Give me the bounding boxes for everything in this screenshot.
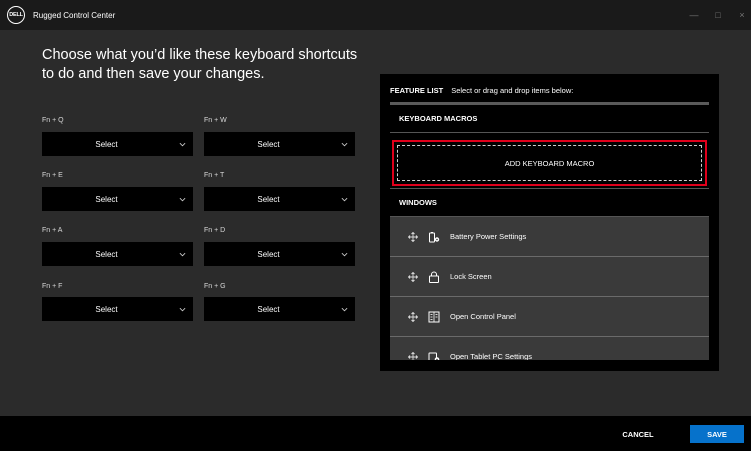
chevron-down-icon [333,132,355,156]
shortcut-label-fn-g: Fn + G [204,283,226,290]
shortcut-select-fn-a[interactable]: Select [42,242,193,266]
move-handle-icon[interactable] [408,311,418,322]
shortcut-label-fn-e: Fn + E [42,172,63,179]
section-keyboard-macros: KEYBOARD MACROS [390,105,709,133]
chevron-down-icon [333,297,355,321]
select-value: Select [257,249,280,259]
select-value: Select [257,194,280,204]
shortcut-select-fn-f[interactable]: Select [42,297,193,321]
cancel-button[interactable]: CANCEL [613,424,663,444]
feature-scroll-list[interactable]: KEYBOARD MACROS ADD KEYBOARD MACRO WINDO… [390,102,709,360]
section-windows: WINDOWS [390,189,709,217]
select-value: Select [95,304,118,314]
window-controls: — □ × [689,0,747,30]
feature-list-title: FEATURE LIST [390,86,444,95]
add-macro-highlight: ADD KEYBOARD MACRO [392,140,707,186]
chevron-down-icon [171,132,193,156]
shortcut-select-fn-d[interactable]: Select [204,242,355,266]
chevron-down-icon [171,297,193,321]
shortcut-select-fn-t[interactable]: Select [204,187,355,211]
battery-settings-icon [429,231,440,242]
feature-item-open-tablet-pc-settings[interactable]: Open Tablet PC Settings [390,337,709,360]
feature-item-label: Open Control Panel [450,312,516,321]
select-value: Select [257,139,280,149]
maximize-icon[interactable]: □ [713,10,723,20]
feature-item-label: Lock Screen [450,272,492,281]
feature-list-header: FEATURE LIST Select or drag and drop ite… [390,86,573,95]
feature-item-label: Battery Power Settings [450,232,527,241]
tablet-settings-icon [428,352,440,360]
page-heading: Choose what you’d like these keyboard sh… [42,47,358,82]
chevron-down-icon [171,242,193,266]
add-keyboard-macro-button[interactable]: ADD KEYBOARD MACRO [397,145,702,181]
shortcut-label-fn-f: Fn + F [42,283,63,290]
move-handle-icon[interactable] [408,231,418,242]
feature-list-subtitle: Select or drag and drop items below: [451,86,574,95]
app-title: Rugged Control Center [33,10,116,20]
select-value: Select [95,139,118,149]
feature-item-battery-power-settings[interactable]: Battery Power Settings [390,217,709,257]
control-panel-icon [428,311,440,322]
shortcut-select-fn-e[interactable]: Select [42,187,193,211]
dell-logo-icon: DELL [7,6,25,24]
chevron-down-icon [333,242,355,266]
feature-item-lock-screen[interactable]: Lock Screen [390,257,709,297]
shortcut-label-fn-q: Fn + Q [42,117,64,124]
feature-list-panel: FEATURE LIST Select or drag and drop ite… [380,74,719,371]
shortcut-label-fn-t: Fn + T [204,172,225,179]
move-handle-icon[interactable] [408,271,418,282]
logo-text: DELL [9,12,23,18]
close-icon[interactable]: × [737,10,747,20]
select-value: Select [95,194,118,204]
select-value: Select [95,249,118,259]
macro-area: ADD KEYBOARD MACRO [390,133,709,189]
shortcut-select-fn-g[interactable]: Select [204,297,355,321]
shortcut-select-fn-w[interactable]: Select [204,132,355,156]
feature-item-open-control-panel[interactable]: Open Control Panel [390,297,709,337]
footer-bar: CANCEL SAVE [0,416,751,451]
chevron-down-icon [171,187,193,211]
select-value: Select [257,304,280,314]
shortcut-label-fn-a: Fn + A [42,227,63,234]
feature-item-label: Open Tablet PC Settings [450,352,532,360]
title-bar: DELL Rugged Control Center — □ × [0,0,751,30]
minimize-icon[interactable]: — [689,10,699,20]
shortcut-select-fn-q[interactable]: Select [42,132,193,156]
shortcut-label-fn-w: Fn + W [204,117,227,124]
shortcut-label-fn-d: Fn + D [204,227,226,234]
lock-icon [429,271,439,283]
move-handle-icon[interactable] [408,351,418,361]
chevron-down-icon [333,187,355,211]
save-button[interactable]: SAVE [690,425,744,443]
